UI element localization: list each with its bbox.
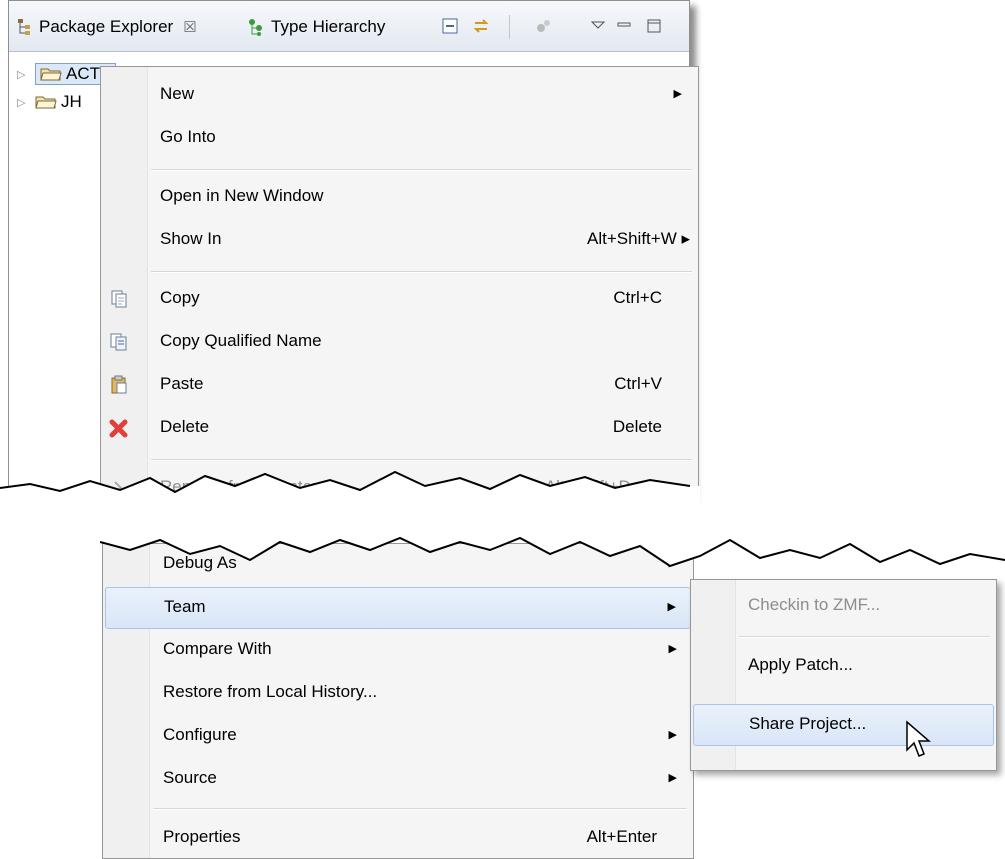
menu-item-shortcut: Ctrl+V <box>614 374 662 393</box>
context-menu: New ▶ Go Into Open in New Window Show In… <box>100 66 699 498</box>
tree-item-label: JH <box>61 92 82 111</box>
menu-item-label: Show In <box>160 229 222 248</box>
torn-edge-bottom <box>100 520 1005 568</box>
type-hierarchy-icon <box>249 19 262 36</box>
menu-separator <box>153 808 687 810</box>
menu-separator <box>151 169 692 171</box>
package-explorer-icon <box>18 19 30 35</box>
menu-item-label: Team <box>164 597 206 616</box>
torn-edge-top <box>0 470 700 518</box>
menu-item-new[interactable]: New ▶ <box>101 75 698 115</box>
submenu-arrow-icon: ▶ <box>668 729 677 741</box>
menu-item-label: New <box>160 84 195 103</box>
link-with-editor-icon[interactable] <box>472 17 490 35</box>
maximize-icon[interactable] <box>645 17 663 35</box>
paste-clipboard-icon <box>111 375 127 394</box>
context-menu-continued: Debug As ▶ Team ▶ Compare With ▶ Restore… <box>102 543 694 859</box>
team-submenu: Checkin to ZMF... Apply Patch... Share P… <box>690 579 997 771</box>
expand-triangle-icon[interactable]: ▷ <box>17 96 35 109</box>
menu-item-label: Copy <box>160 288 200 307</box>
view-tab-bar: Package Explorer ☒ Type Hierarchy <box>9 1 689 52</box>
menu-item-team[interactable]: Team ▶ <box>105 587 691 629</box>
menu-item-shortcut: Delete <box>612 417 662 436</box>
menu-item-label: Share Project... <box>749 714 867 733</box>
menu-item-label: Paste <box>160 374 204 393</box>
tab-package-explorer[interactable]: Package Explorer ☒ <box>15 13 197 41</box>
menu-item-label: Copy Qualified Name <box>160 331 322 350</box>
menu-item-source[interactable]: Source ▶ <box>103 759 693 799</box>
menu-separator <box>151 271 692 273</box>
open-folder-icon <box>40 68 62 81</box>
menu-item-copy-qualified-name[interactable]: Copy Qualified Name <box>101 322 698 362</box>
menu-item-shortcut: Ctrl+C <box>613 288 662 307</box>
menu-item-delete[interactable]: Delete Delete <box>101 408 698 448</box>
menu-item-share-project[interactable]: Share Project... <box>693 704 994 746</box>
menu-item-checkin-to-zmf[interactable]: Checkin to ZMF... <box>691 586 996 626</box>
menu-item-go-into[interactable]: Go Into <box>101 118 698 158</box>
menu-item-apply-patch[interactable]: Apply Patch... <box>691 646 996 686</box>
open-folder-icon <box>35 96 57 109</box>
tree-item[interactable]: ▷ JH <box>17 90 82 114</box>
menu-item-shortcut: Alt+Shift+W ▸ <box>586 229 690 248</box>
minimize-icon[interactable] <box>615 17 633 35</box>
tab-type-hierarchy-label: Type Hierarchy <box>271 17 386 36</box>
menu-item-copy[interactable]: Copy Ctrl+C <box>101 279 698 319</box>
menu-item-label: Checkin to ZMF... <box>748 595 881 614</box>
menu-item-label: Go Into <box>160 127 216 146</box>
menu-separator <box>151 459 692 461</box>
delete-x-icon <box>109 419 128 438</box>
menu-item-label: Source <box>163 768 217 787</box>
submenu-arrow-icon: ▶ <box>667 601 676 613</box>
menu-item-label: Configure <box>163 725 237 744</box>
menu-item-show-in[interactable]: Show In Alt+Shift+W ▸ <box>101 220 698 260</box>
collapse-all-icon[interactable] <box>441 17 459 35</box>
menu-item-restore-from-local-history[interactable]: Restore from Local History... <box>103 673 693 713</box>
menu-item-label: Properties <box>163 827 241 846</box>
view-menu-chevron-down-icon[interactable] <box>589 17 607 35</box>
tab-type-hierarchy[interactable]: Type Hierarchy <box>247 13 385 41</box>
menu-item-shortcut: Alt+Enter <box>586 827 657 846</box>
menu-item-label: Delete <box>160 417 210 436</box>
menu-item-label: Compare With <box>163 639 272 658</box>
toolbar-divider <box>509 15 510 39</box>
menu-item-compare-with[interactable]: Compare With ▶ <box>103 630 693 670</box>
menu-separator <box>739 636 990 638</box>
submenu-arrow-icon: ▶ <box>673 88 682 100</box>
submenu-arrow-icon: ▶ <box>668 772 677 784</box>
submenu-arrow-icon: ▶ <box>668 643 677 655</box>
close-icon[interactable]: ☒ <box>183 18 196 36</box>
menu-item-configure[interactable]: Configure ▶ <box>103 716 693 756</box>
focus-on-active-task-icon[interactable] <box>535 17 553 35</box>
expand-triangle-icon[interactable]: ▷ <box>17 68 35 81</box>
menu-item-label: Open in New Window <box>160 186 324 205</box>
tab-package-explorer-label: Package Explorer <box>39 17 174 36</box>
copy-qualified-name-icon <box>110 333 127 351</box>
menu-item-open-in-new-window[interactable]: Open in New Window <box>101 177 698 217</box>
menu-item-paste[interactable]: Paste Ctrl+V <box>101 365 698 405</box>
menu-item-label: Restore from Local History... <box>163 682 378 701</box>
copy-icon <box>111 290 127 308</box>
menu-item-properties[interactable]: Properties Alt+Enter <box>103 818 693 858</box>
mouse-pointer-icon <box>906 720 932 757</box>
menu-item-label: Apply Patch... <box>748 655 853 674</box>
